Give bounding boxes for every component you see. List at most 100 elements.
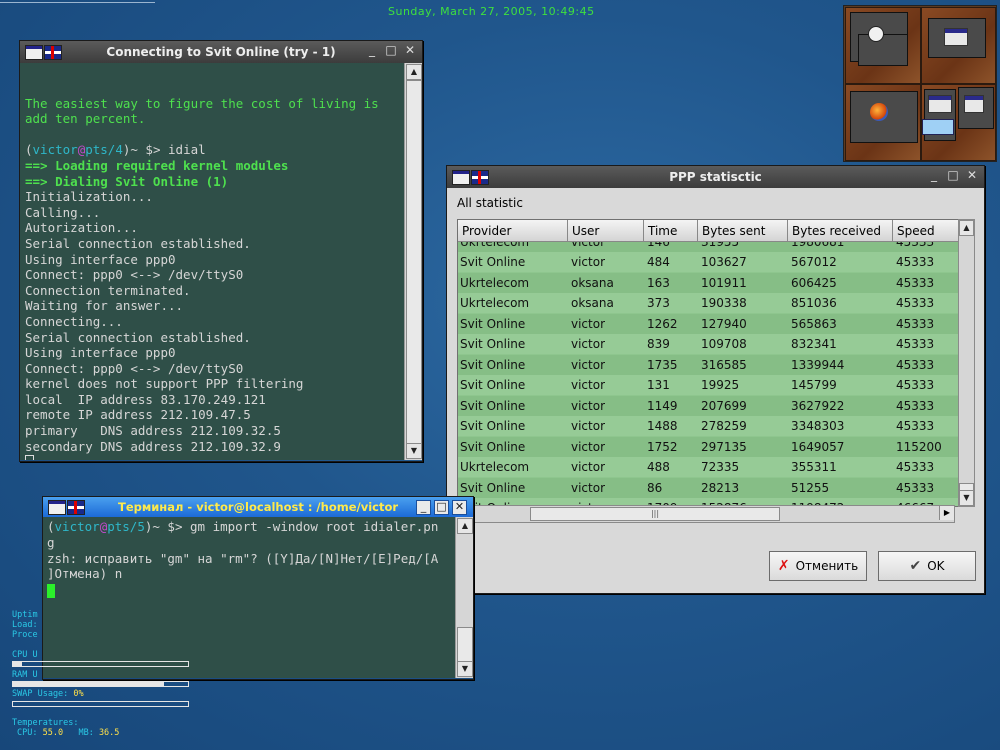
- table-cell: 19925: [701, 378, 740, 392]
- scroll-up-button[interactable]: ▲: [959, 220, 974, 236]
- table-cell: 45333: [896, 316, 935, 331]
- table-row[interactable]: Ukrtelecom oksana 163 101911 606425 45333: [458, 272, 962, 293]
- table-row[interactable]: Svit Online victor 86 28213 51255 45333: [458, 477, 962, 498]
- horizontal-scroll-thumb[interactable]: |||: [530, 507, 780, 521]
- horizontal-scrollbar[interactable]: ||| ▶: [457, 505, 955, 523]
- table-cell: 851036: [791, 296, 837, 310]
- scroll-right-button[interactable]: ▶: [939, 506, 954, 520]
- table-cell: 103627: [701, 255, 747, 269]
- window-title: Connecting to Svit Online (try - 1): [106, 45, 336, 59]
- vertical-scrollbar[interactable]: ▲ ▼: [958, 219, 975, 507]
- table-row[interactable]: Svit Online victor 131 19925 145799 45333: [458, 375, 962, 395]
- table-cell: 1735: [647, 357, 678, 372]
- table-cell: victor: [571, 357, 606, 372]
- cancel-icon: ✗: [777, 558, 790, 574]
- close-button[interactable]: ✕: [452, 500, 467, 515]
- scroll-down-button[interactable]: ▼: [959, 490, 974, 506]
- pager-window-active: [922, 119, 954, 135]
- table-icon: [452, 170, 470, 185]
- maximize-button[interactable]: □: [434, 500, 449, 515]
- terminal-icon: [48, 500, 66, 515]
- table-icon: [964, 95, 984, 113]
- close-button[interactable]: ✕: [966, 169, 978, 181]
- table-cell: 72335: [701, 460, 740, 474]
- table-cell: 297135: [701, 439, 747, 454]
- pager-desktop-2[interactable]: [921, 7, 996, 84]
- column-header-speed[interactable]: Speed: [893, 220, 962, 242]
- table-cell: 1339944: [791, 357, 845, 372]
- table-row[interactable]: Svit Online victor 839 109708 832341 45333: [458, 334, 962, 354]
- table-row[interactable]: Svit Online victor 484 103627 567012 45333: [458, 252, 962, 272]
- output-line: Serial connection established.: [25, 329, 251, 345]
- table-cell: Ukrtelecom: [460, 296, 530, 310]
- output-line: ]Отмена) n: [47, 566, 123, 582]
- table-cell: 606425: [791, 275, 837, 290]
- scroll-up-button[interactable]: ▲: [406, 64, 422, 80]
- table-row[interactable]: Ukrtelecom victor 488 72335 355311 45333: [458, 457, 962, 477]
- table-cell: Svit Online: [460, 316, 526, 331]
- table-cell: 316585: [701, 357, 747, 372]
- scroll-thumb[interactable]: [406, 80, 422, 445]
- column-header-bytes-received[interactable]: Bytes received: [788, 220, 893, 242]
- scroll-down-button[interactable]: ▼: [457, 661, 473, 677]
- column-header-provider[interactable]: Provider: [458, 220, 568, 242]
- pager-desktop-3[interactable]: [845, 84, 921, 161]
- column-header-time[interactable]: Time: [644, 220, 698, 242]
- vertical-scrollbar[interactable]: ▲ ▼: [404, 63, 422, 460]
- table-cell: 45333: [896, 296, 935, 310]
- table-cell: Svit Online: [460, 419, 526, 433]
- table-cell: 115200: [896, 439, 942, 454]
- table-cell: 1649057: [791, 439, 845, 454]
- window-title: PPP statisctic: [669, 170, 762, 184]
- maximize-button[interactable]: □: [947, 169, 959, 181]
- table-row[interactable]: Ukrtelecom oksana 373 190338 851036 45333: [458, 293, 962, 313]
- status-line: ==> Loading required kernel modules: [25, 157, 289, 173]
- flag-icon: [67, 500, 85, 515]
- ok-button[interactable]: ✔ OK: [878, 551, 976, 581]
- fortune-line: The easiest way to figure the cost of li…: [25, 95, 379, 111]
- titlebar[interactable]: PPP statisctic _ □ ✕: [447, 166, 984, 188]
- terminal-output[interactable]: (victor@pts/5)~ $> gm import -window roo…: [43, 517, 455, 678]
- table-row[interactable]: Svit Online victor 1752 297135 1649057 115200: [458, 436, 962, 457]
- table-cell: 127940: [701, 316, 747, 331]
- table-cell: victor: [571, 316, 606, 331]
- cancel-button[interactable]: ✗ Отменить: [769, 551, 867, 581]
- minimize-button[interactable]: _: [928, 169, 940, 181]
- pager-desktop-1[interactable]: [845, 7, 921, 84]
- table-cell: victor: [571, 419, 606, 433]
- output-line: secondary DNS address 212.109.32.9: [25, 438, 281, 454]
- table-cell: 373: [647, 296, 670, 310]
- window-connecting[interactable]: Connecting to Svit Online (try - 1) _ □ …: [19, 40, 423, 462]
- titlebar[interactable]: Connecting to Svit Online (try - 1) _ □ …: [20, 41, 422, 63]
- workspace-pager[interactable]: [843, 5, 997, 162]
- table-cell: 45333: [896, 255, 935, 269]
- scroll-down-button[interactable]: ▼: [406, 443, 422, 459]
- table-row[interactable]: Svit Online victor 1488 278259 3348303 45333: [458, 416, 962, 436]
- tab-all-statistic[interactable]: All statistic: [457, 196, 523, 210]
- table-row[interactable]: Svit Online victor 1262 127940 565863 45333: [458, 313, 962, 334]
- statistic-table[interactable]: Ukrtelecom victor 146 31955 1980681 45333 Svit…: [457, 219, 963, 507]
- table-row[interactable]: Svit Online victor 1149 207699 3627922 45333: [458, 395, 962, 416]
- column-header-user[interactable]: User: [568, 220, 644, 242]
- table-cell: 1149: [647, 398, 678, 413]
- window-ppp-statistic[interactable]: PPP statisctic _ □ ✕ All statistic Ukrte…: [446, 165, 985, 594]
- window-terminal[interactable]: Терминал - victor@localhost : /home/vict…: [42, 496, 474, 680]
- vertical-scrollbar[interactable]: ▲ ▼: [455, 517, 473, 678]
- minimize-button[interactable]: _: [416, 500, 431, 515]
- ok-label: OK: [927, 559, 945, 573]
- terminal-cursor: [25, 455, 34, 460]
- pager-desktop-4[interactable]: [921, 84, 996, 161]
- table-cell: 45333: [896, 419, 935, 433]
- minimize-button[interactable]: _: [366, 44, 378, 56]
- table-cell: oksana: [571, 296, 614, 310]
- close-button[interactable]: ✕: [404, 44, 416, 56]
- scroll-thumb[interactable]: [457, 627, 473, 662]
- window-title: Терминал - victor@localhost : /home/vict…: [117, 500, 399, 514]
- maximize-button[interactable]: □: [385, 44, 397, 56]
- terminal-output[interactable]: The easiest way to figure the cost of li…: [20, 63, 404, 460]
- titlebar[interactable]: Терминал - victor@localhost : /home/vict…: [43, 497, 473, 517]
- table-row[interactable]: Svit Online victor 1735 316585 1339944 45333: [458, 354, 962, 375]
- scroll-up-button[interactable]: ▲: [457, 518, 473, 534]
- column-header-bytes-sent[interactable]: Bytes sent: [698, 220, 788, 242]
- table-cell: 51255: [791, 480, 830, 495]
